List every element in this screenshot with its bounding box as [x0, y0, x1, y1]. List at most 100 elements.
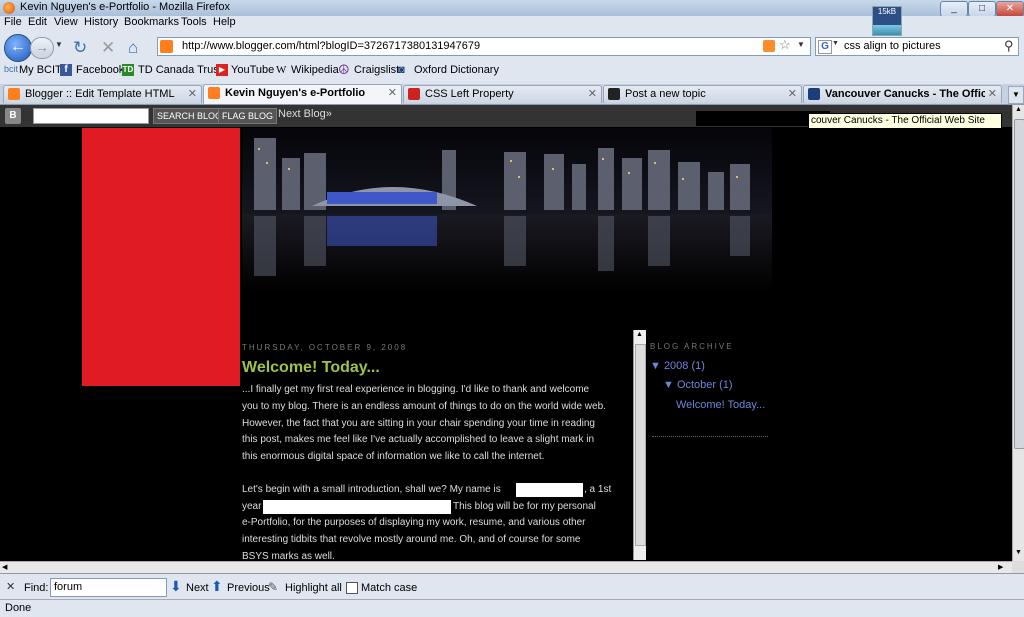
network-meter: 15kB — [872, 6, 902, 36]
bookmark-oxford-dictionary[interactable]: Oxford Dictionary — [414, 64, 499, 76]
find-input[interactable]: forum — [50, 578, 167, 597]
url-dropdown-icon[interactable]: ▼ — [797, 40, 805, 49]
bookmark-wikipedia[interactable]: Wikipedia — [291, 64, 339, 76]
find-next-icon[interactable]: ⬇ — [170, 578, 182, 595]
tab-close-icon[interactable]: ✕ — [388, 86, 397, 99]
archive-month-october[interactable]: ▼ October (1) — [663, 379, 733, 391]
minimize-button[interactable]: _ — [940, 1, 968, 17]
menu-tools[interactable]: Tools — [181, 16, 207, 28]
find-close-icon[interactable]: ✕ — [6, 580, 15, 593]
archive-year-2008[interactable]: ▼ 2008 (1) — [650, 360, 705, 372]
menu-history[interactable]: History — [84, 16, 118, 28]
back-button[interactable]: ← — [4, 34, 32, 62]
reload-icon[interactable]: ↻ — [73, 38, 87, 58]
tab-label: CSS Left Property — [425, 88, 514, 100]
rss-icon[interactable] — [763, 40, 775, 52]
tab-label: Blogger :: Edit Template HTML — [25, 88, 175, 100]
flag-blog-button[interactable]: FLAG BLOG — [218, 108, 278, 124]
scroll-left-icon[interactable]: ◀ — [2, 563, 7, 571]
tab-close-icon[interactable]: ✕ — [788, 87, 797, 100]
find-query: forum — [54, 581, 83, 593]
match-case-label[interactable]: Match case — [361, 582, 417, 594]
back-arrow-icon: ← — [10, 38, 26, 55]
bcit-icon: bcit — [4, 64, 19, 74]
search-input[interactable]: G ▼ css align to pictures ⚲ — [815, 37, 1019, 56]
search-icon[interactable]: ⚲ — [1004, 38, 1014, 54]
tab-close-icon[interactable]: ✕ — [588, 87, 597, 100]
profile-placeholder — [82, 128, 240, 386]
bookmark-youtube[interactable]: YouTube — [231, 64, 274, 76]
post-date: THURSDAY, OCTOBER 9, 2008 — [242, 343, 408, 352]
blogger-logo-icon[interactable]: B — [5, 108, 21, 124]
post-line: you to my blog. There is an endless amou… — [242, 401, 606, 412]
highlight-all-button[interactable]: Highlight all — [285, 582, 342, 594]
tab-close-icon[interactable]: ✕ — [988, 87, 997, 100]
bookmark-td-canada-trust[interactable]: TD Canada Trust — [138, 64, 222, 76]
forum-favicon — [608, 88, 620, 100]
menu-help[interactable]: Help — [213, 16, 236, 28]
bookmark-craigslist[interactable]: Craigslist — [354, 64, 399, 76]
firefox-icon — [3, 2, 15, 14]
tab-post-new-topic[interactable]: Post a new topic ✕ — [603, 85, 802, 103]
vertical-scrollbar[interactable]: ▲ ▼ — [1012, 105, 1024, 561]
tab-list-icon[interactable]: ▼ — [1008, 86, 1024, 104]
google-engine-icon[interactable]: G — [818, 40, 832, 54]
scroll-up-icon[interactable]: ▲ — [1015, 106, 1022, 113]
blog-search-input[interactable] — [33, 108, 149, 124]
tab-label: Kevin Nguyen's e-Portfolio — [225, 87, 366, 99]
maximize-button[interactable]: □ — [968, 1, 996, 17]
post-line: However, the fact that you are sitting i… — [242, 418, 595, 429]
scrollbar-corner — [1012, 561, 1024, 573]
city-skyline-image — [242, 128, 772, 293]
scroll-up-icon[interactable]: ▲ — [636, 331, 643, 338]
forward-button[interactable]: → — [30, 37, 54, 59]
scroll-thumb[interactable] — [1014, 119, 1024, 449]
craigslist-icon: ☮ — [338, 62, 350, 77]
find-previous-icon[interactable]: ⬆ — [211, 578, 223, 595]
highlight-icon[interactable]: ✎ — [268, 580, 278, 594]
menu-edit[interactable]: Edit — [28, 16, 47, 28]
post-line: interesting tidbits that revolve mostly … — [242, 534, 581, 545]
bookmark-my-bcit[interactable]: My BCIT — [19, 64, 62, 76]
tab-vancouver-canucks[interactable]: Vancouver Canucks - The Official ... ✕ — [803, 85, 1002, 103]
match-case-checkbox[interactable] — [346, 582, 358, 594]
tab-blogger-edit-template[interactable]: Blogger :: Edit Template HTML ✕ — [3, 85, 202, 103]
post-title[interactable]: Welcome! Today... — [242, 359, 380, 377]
stop-icon[interactable]: ✕ — [101, 38, 115, 58]
url-bar[interactable]: http://www.blogger.com/html?blogID=37267… — [157, 37, 811, 56]
td-icon: TD — [122, 64, 134, 76]
scroll-right-icon[interactable]: ▶ — [998, 563, 1003, 571]
network-meter-label: 15kB — [877, 7, 897, 16]
network-graph-icon — [873, 25, 901, 35]
post-line: e-Portfolio, for the purposes of display… — [242, 517, 586, 528]
search-blog-button[interactable]: SEARCH BLOG — [153, 108, 227, 124]
find-previous-button[interactable]: Previous — [227, 582, 270, 594]
facebook-icon: f — [60, 64, 72, 76]
next-blog-link[interactable]: Next Blog» — [278, 108, 332, 120]
tab-css-left-property[interactable]: CSS Left Property ✕ — [403, 85, 602, 103]
home-icon[interactable]: ⌂ — [128, 38, 138, 58]
history-dropdown-icon[interactable]: ▼ — [55, 40, 63, 49]
site-favicon — [160, 40, 173, 53]
tab-kevin-nguyen-eportfolio[interactable]: Kevin Nguyen's e-Portfolio ✕ — [203, 84, 402, 104]
menu-view[interactable]: View — [54, 16, 78, 28]
menu-file[interactable]: File — [4, 16, 22, 28]
bookmark-facebook[interactable]: Facebook — [76, 64, 124, 76]
scroll-thumb[interactable] — [635, 344, 646, 546]
divider — [652, 436, 768, 437]
find-label: Find: — [24, 582, 49, 594]
w3schools-favicon — [408, 88, 420, 100]
menu-bookmarks[interactable]: Bookmarks — [124, 16, 179, 28]
window-title: Kevin Nguyen's e-Portfolio - Mozilla Fir… — [20, 1, 230, 13]
post-line: This blog will be for my personal — [453, 501, 596, 512]
tooltip: couver Canucks - The Official Web Site — [808, 113, 1002, 129]
find-next-button[interactable]: Next — [186, 582, 209, 594]
scroll-down-icon[interactable]: ▼ — [1015, 549, 1022, 556]
close-button[interactable]: ✕ — [996, 1, 1024, 17]
tab-close-icon[interactable]: ✕ — [188, 87, 197, 100]
redaction-bar — [516, 483, 583, 497]
archive-post-link[interactable]: Welcome! Today... — [676, 399, 765, 411]
bookmark-star-icon[interactable]: ☆ — [779, 37, 791, 53]
post-intro-cont: , a 1st — [584, 484, 612, 495]
post-scrollbar[interactable]: ▲ — [633, 330, 646, 560]
